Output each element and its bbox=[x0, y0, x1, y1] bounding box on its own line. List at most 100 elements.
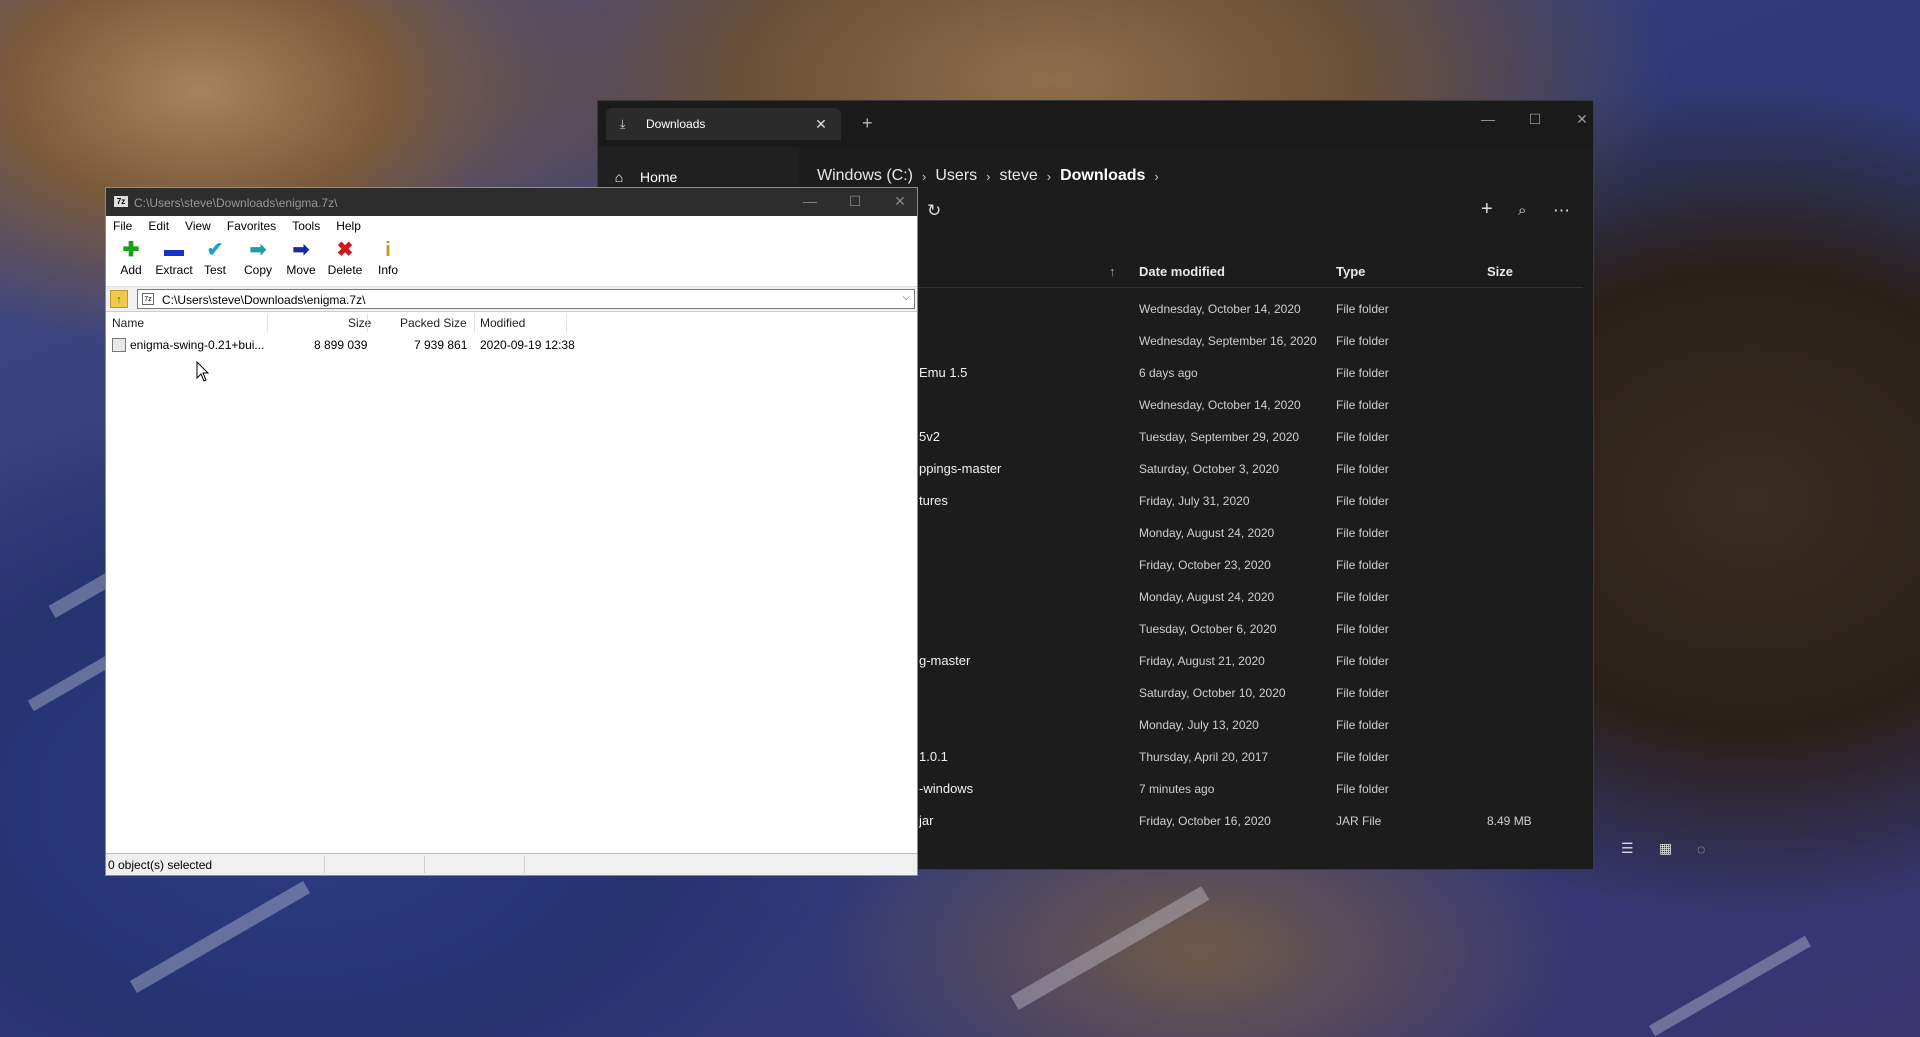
breadcrumb-item[interactable]: steve bbox=[999, 167, 1037, 185]
column-packed-size[interactable]: Packed Size bbox=[400, 316, 467, 330]
file-row[interactable]: Wednesday, September 16, 2020 File folder bbox=[799, 325, 1593, 357]
sort-ascending-icon[interactable]: ↑ bbox=[1109, 264, 1116, 279]
file-row[interactable]: ppings-master Saturday, October 3, 2020 Fi… bbox=[799, 453, 1593, 485]
close-icon[interactable]: ✕ bbox=[888, 193, 912, 210]
file-date: Friday, October 16, 2020 bbox=[1139, 814, 1271, 828]
file-date: Tuesday, September 29, 2020 bbox=[1139, 430, 1300, 444]
chevron-down-icon[interactable]: ⌵ bbox=[902, 292, 910, 303]
maximize-icon[interactable]: ☐ bbox=[843, 193, 867, 210]
files-titlebar: ⤓ Downloads ✕ + — ☐ ✕ bbox=[598, 101, 1593, 147]
new-item-icon[interactable]: + bbox=[1481, 198, 1493, 221]
close-tab-icon[interactable]: ✕ bbox=[813, 116, 829, 133]
table-row[interactable]: enigma-swing-0.21+bui... 8 899 039 7 939… bbox=[106, 336, 917, 354]
column-size[interactable]: Size bbox=[1487, 264, 1513, 279]
file-row[interactable]: Monday, July 13, 2020 File folder bbox=[799, 709, 1593, 741]
tab-label: Downloads bbox=[646, 117, 706, 131]
status-spinner-icon: ◌ bbox=[1697, 841, 1706, 857]
file-row[interactable]: Wednesday, October 14, 2020 File folder bbox=[799, 389, 1593, 421]
column-divider bbox=[566, 314, 567, 332]
menu-help[interactable]: Help bbox=[336, 219, 361, 233]
new-tab-icon[interactable]: + bbox=[862, 113, 873, 134]
home-icon: ⌂ bbox=[614, 169, 624, 185]
file-type: File folder bbox=[1336, 750, 1389, 764]
menu-tools[interactable]: Tools bbox=[292, 219, 320, 233]
wallpaper-stripe bbox=[129, 880, 311, 994]
delete-button[interactable]: ✖ Delete bbox=[322, 238, 368, 277]
grid-layout-icon[interactable]: ▦ bbox=[1659, 840, 1672, 857]
file-type: File folder bbox=[1336, 430, 1389, 444]
search-icon[interactable]: ⌕ bbox=[1518, 202, 1526, 219]
add-button[interactable]: ✚ Add bbox=[108, 238, 154, 277]
tab-downloads[interactable]: ⤓ Downloads ✕ bbox=[606, 108, 841, 140]
file-type: File folder bbox=[1336, 718, 1389, 732]
status-divider bbox=[424, 856, 425, 873]
minimize-icon[interactable]: — bbox=[798, 193, 822, 209]
column-type[interactable]: Type bbox=[1336, 264, 1365, 279]
breadcrumb-current[interactable]: Downloads bbox=[1060, 167, 1145, 185]
sidebar-item-home[interactable]: ⌂ Home bbox=[610, 169, 678, 185]
column-modified[interactable]: Modified bbox=[480, 316, 525, 330]
breadcrumb-item[interactable]: Users bbox=[935, 167, 977, 185]
column-name[interactable]: Name bbox=[112, 316, 144, 330]
file-row[interactable]: Wednesday, October 14, 2020 File folder bbox=[799, 293, 1593, 325]
address-field[interactable]: 7z C:\Users\steve\Downloads\enigma.7z\ ⌵ bbox=[137, 289, 915, 309]
column-divider bbox=[367, 314, 368, 332]
info-icon: i bbox=[385, 239, 391, 261]
move-button[interactable]: ➡ Move bbox=[278, 238, 324, 277]
file-row[interactable]: 5v2 Tuesday, September 29, 2020 File folde… bbox=[799, 421, 1593, 453]
maximize-icon[interactable]: ☐ bbox=[1525, 111, 1545, 128]
breadcrumb-item[interactable]: Windows (C:) bbox=[817, 167, 913, 185]
file-type: File folder bbox=[1336, 558, 1389, 572]
file-row[interactable]: 1.0.1 Thursday, April 20, 2017 File folder bbox=[799, 741, 1593, 773]
toolbar-button-label: Move bbox=[286, 263, 316, 277]
toolbar-button-label: Info bbox=[377, 263, 398, 277]
details-layout-icon[interactable]: ☰ bbox=[1621, 840, 1634, 857]
file-row[interactable]: -windows 7 minutes ago File folder bbox=[799, 773, 1593, 805]
delete-x-icon: ✖ bbox=[336, 239, 354, 261]
file-row[interactable]: Saturday, October 10, 2020 File folder bbox=[799, 677, 1593, 709]
check-icon: ✔ bbox=[206, 239, 224, 261]
file-type: File folder bbox=[1336, 462, 1389, 476]
file-type: File folder bbox=[1336, 590, 1389, 604]
file-name: ppings-master bbox=[919, 461, 1002, 476]
menu-edit[interactable]: Edit bbox=[148, 219, 169, 233]
file-row[interactable]: Monday, August 24, 2020 File folder bbox=[799, 517, 1593, 549]
file-name: -windows bbox=[919, 781, 974, 796]
menu-favorites[interactable]: Favorites bbox=[227, 219, 276, 233]
column-date-modified[interactable]: Date modified bbox=[1139, 264, 1225, 279]
menu-view[interactable]: View bbox=[185, 219, 211, 233]
file-date: Monday, August 24, 2020 bbox=[1139, 590, 1275, 604]
info-button[interactable]: i Info bbox=[365, 238, 411, 277]
chevron-right-icon[interactable]: › bbox=[1154, 169, 1158, 184]
file-row[interactable]: Tuesday, October 6, 2020 File folder bbox=[799, 613, 1593, 645]
file-date: 6 days ago bbox=[1139, 366, 1198, 380]
close-icon[interactable]: ✕ bbox=[1572, 111, 1592, 128]
file-row[interactable]: jar Friday, October 16, 2020 JAR File 8.49 … bbox=[799, 805, 1593, 837]
files-main: Windows (C:) › Users › steve › Downloads… bbox=[799, 147, 1705, 869]
menu-file[interactable]: File bbox=[113, 219, 132, 233]
copy-button[interactable]: ➡ Copy bbox=[235, 238, 281, 277]
file-row[interactable]: tures Friday, July 31, 2020 File folder bbox=[799, 485, 1593, 517]
test-button[interactable]: ✔ Test bbox=[192, 238, 238, 277]
minimize-icon[interactable]: — bbox=[1478, 111, 1498, 127]
refresh-icon[interactable]: ↻ bbox=[927, 201, 941, 221]
toolbar-button-label: Delete bbox=[327, 263, 363, 277]
extract-button[interactable]: ▬ Extract bbox=[151, 238, 197, 277]
copy-arrow-icon: ➡ bbox=[249, 239, 267, 261]
folder-up-icon[interactable]: ↑ bbox=[110, 290, 128, 308]
file-row[interactable]: g-master Friday, August 21, 2020 File fold… bbox=[799, 645, 1593, 677]
file-date: Monday, July 13, 2020 bbox=[1139, 718, 1259, 732]
breadcrumb: Windows (C:) › Users › steve › Downloads… bbox=[817, 167, 1168, 185]
file-size: 8.49 MB bbox=[1487, 814, 1532, 828]
archive-file-list: Name Size Packed Size Modified enigma-sw… bbox=[106, 312, 917, 843]
file-row[interactable]: Friday, October 23, 2020 File folder bbox=[799, 549, 1593, 581]
move-arrow-icon: ➡ bbox=[292, 239, 310, 261]
wallpaper-stripe bbox=[1010, 886, 1210, 1010]
cell-packed-size: 7 939 861 bbox=[414, 338, 468, 352]
file-type: File folder bbox=[1336, 302, 1389, 316]
more-options-icon[interactable]: ⋯ bbox=[1553, 201, 1570, 221]
file-row[interactable]: Emu 1.5 6 days ago File folder bbox=[799, 357, 1593, 389]
file-row[interactable]: Monday, August 24, 2020 File folder bbox=[799, 581, 1593, 613]
file-date: Friday, August 21, 2020 bbox=[1139, 654, 1265, 668]
sevenzip-app-icon: 7z bbox=[114, 196, 128, 207]
